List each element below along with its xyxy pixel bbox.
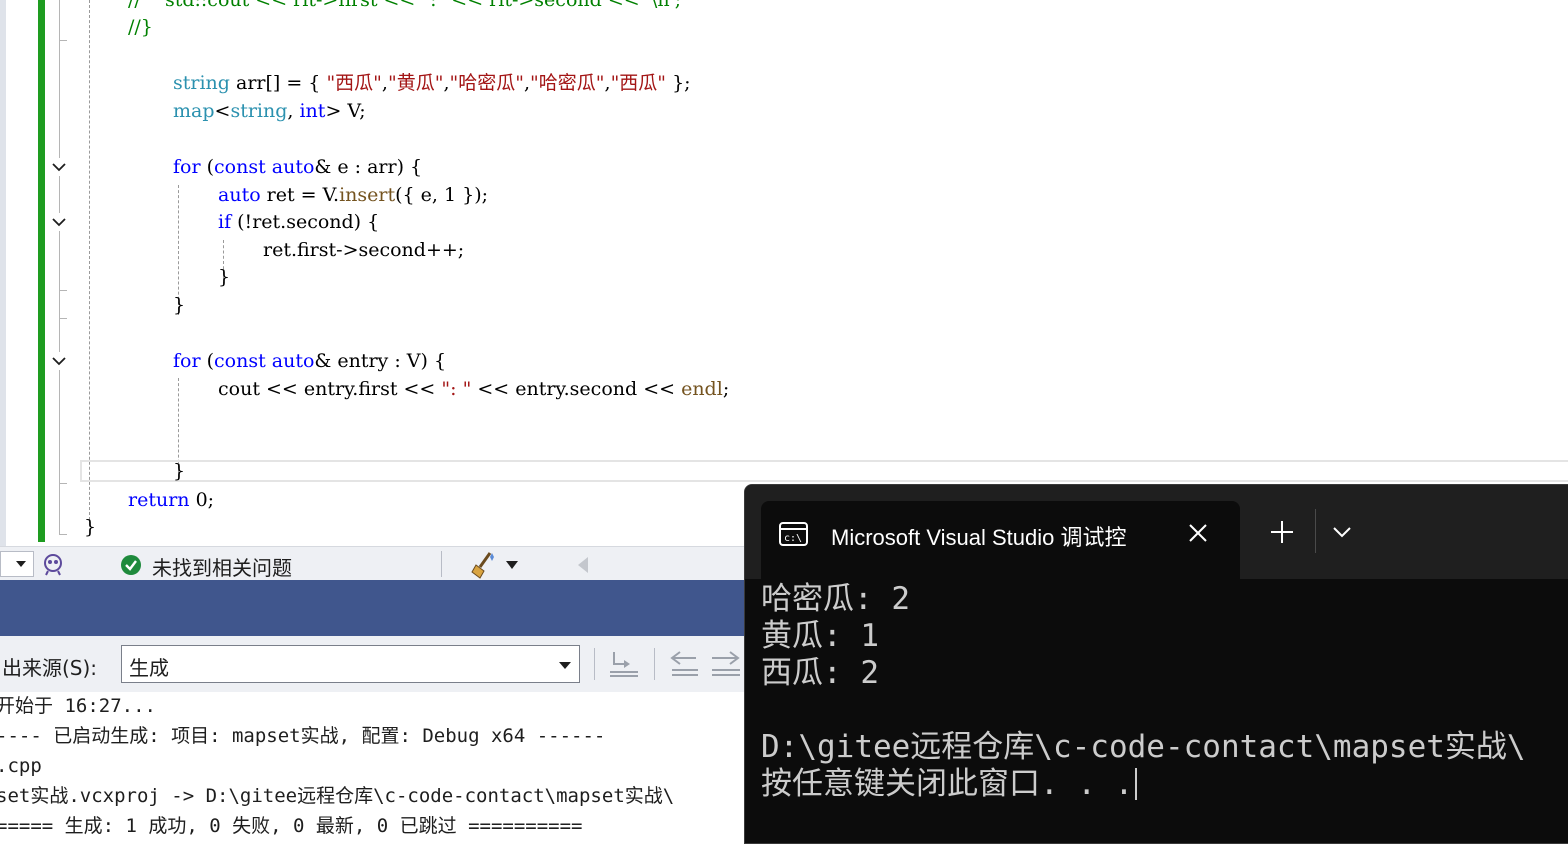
fold-chevron-icon[interactable]	[50, 158, 68, 176]
code-line-return: return 0;	[128, 489, 215, 511]
indent-guide	[89, 0, 90, 520]
code-line-increment: ret.first->second++;	[263, 239, 465, 261]
code-line-comment: //}	[128, 16, 153, 38]
intellicode-icon[interactable]	[40, 552, 66, 576]
console-tab-title: Microsoft Visual Studio 调试控	[831, 525, 1127, 550]
output-line: set实战.vcxproj -> D:\gitee远程仓库\c-code-con…	[0, 785, 675, 807]
change-tracking-bar	[38, 0, 45, 542]
output-toolbar: 出来源(S): 生成	[0, 636, 744, 692]
next-message-icon[interactable]	[710, 650, 742, 678]
code-editor[interactable]: // std::cout << rit->first << ":" << rit…	[0, 0, 1568, 546]
separator	[441, 551, 442, 577]
code-line-if: if (!ret.second) {	[218, 211, 380, 233]
fold-chevron-icon[interactable]	[50, 352, 68, 370]
editor-left-margin	[0, 0, 6, 546]
code-line-for-arr: for (const auto& e : arr) {	[173, 156, 423, 178]
code-cleanup-broom-icon[interactable]	[470, 551, 498, 579]
chevron-down-icon	[559, 662, 571, 669]
close-tab-icon[interactable]	[1187, 522, 1209, 544]
output-line: ===== 生成: 1 成功, 0 失败, 0 最新, 0 已跳过 ======…	[0, 815, 583, 836]
zoom-dropdown[interactable]	[0, 551, 34, 577]
output-line: 开始于 16:27...	[0, 695, 156, 717]
output-source-dropdown[interactable]: 生成	[121, 645, 580, 683]
separator	[1315, 509, 1316, 553]
code-line-close-brace: }	[84, 516, 97, 538]
code-line-map-decl: map<string, int> V;	[173, 100, 366, 122]
fold-end-tick	[59, 318, 67, 319]
fold-end-tick	[59, 290, 67, 291]
fold-end-tick	[59, 483, 67, 484]
text-cursor	[1135, 768, 1138, 800]
code-line-cout: cout << entry.first << ": " << entry.sec…	[218, 378, 730, 400]
code-line-close-brace: }	[173, 294, 186, 316]
svg-text:c:\: c:\	[784, 533, 802, 544]
debug-console-window[interactable]: c:\ Microsoft Visual Studio 调试控 哈密瓜: 2 黄…	[744, 484, 1568, 844]
console-app-icon: c:\	[779, 522, 808, 546]
dropdown-arrow-icon[interactable]	[506, 561, 518, 569]
check-circle-icon	[121, 555, 141, 575]
scroll-left-icon[interactable]	[578, 557, 590, 573]
separator	[594, 648, 595, 680]
fold-chevron-icon[interactable]	[50, 213, 68, 231]
find-message-in-code-icon[interactable]	[608, 650, 640, 678]
code-line-comment: // std::cout << rit->first << ":" << rit…	[128, 0, 682, 11]
console-prompt-text: 按任意键关闭此窗口. . .	[761, 766, 1134, 802]
dropdown-arrow-icon	[16, 561, 26, 567]
output-source-label: 出来源(S):	[2, 656, 98, 680]
console-tab[interactable]: c:\ Microsoft Visual Studio 调试控	[761, 501, 1240, 579]
fold-region-line	[59, 0, 60, 534]
editor-status-strip: 未找到相关问题	[0, 546, 744, 580]
fold-end-tick	[59, 534, 67, 535]
console-titlebar: c:\ Microsoft Visual Studio 调试控	[745, 485, 1568, 579]
code-line-arr-decl: string arr[] = { "西瓜","黄瓜","哈密瓜","哈密瓜","…	[173, 72, 691, 94]
new-tab-plus-icon[interactable]	[1270, 520, 1294, 544]
console-output-line: 哈密瓜: 2	[761, 581, 910, 617]
output-source-value: 生成	[129, 656, 169, 680]
console-output-line: 西瓜: 2	[761, 655, 879, 691]
issues-status-text[interactable]: 未找到相关问题	[152, 552, 292, 581]
code-line-close-brace: }	[173, 460, 186, 482]
code-line-insert: auto ret = V.insert({ e, 1 });	[218, 184, 489, 206]
code-line-close-brace: }	[218, 266, 231, 288]
current-line-highlight	[80, 460, 1568, 482]
output-text-area[interactable]: 开始于 16:27... ---- 已启动生成: 项目: mapset实战, 配…	[0, 692, 744, 836]
previous-message-icon[interactable]	[668, 650, 700, 678]
console-prompt-line: 按任意键关闭此窗口. . .	[761, 766, 1138, 803]
code-line-for-map: for (const auto& entry : V) {	[173, 350, 447, 372]
fold-end-tick	[59, 40, 67, 41]
tab-dropdown-chevron-icon[interactable]	[1332, 525, 1352, 539]
separator	[654, 648, 655, 680]
output-line: .cpp	[0, 755, 42, 777]
console-output-line: D:\gitee远程仓库\c-code-contact\mapset实战\	[761, 729, 1526, 765]
output-panel-header	[0, 580, 744, 636]
console-output-line: 黄瓜: 1	[761, 618, 879, 654]
output-line: ---- 已启动生成: 项目: mapset实战, 配置: Debug x64 …	[0, 725, 606, 747]
